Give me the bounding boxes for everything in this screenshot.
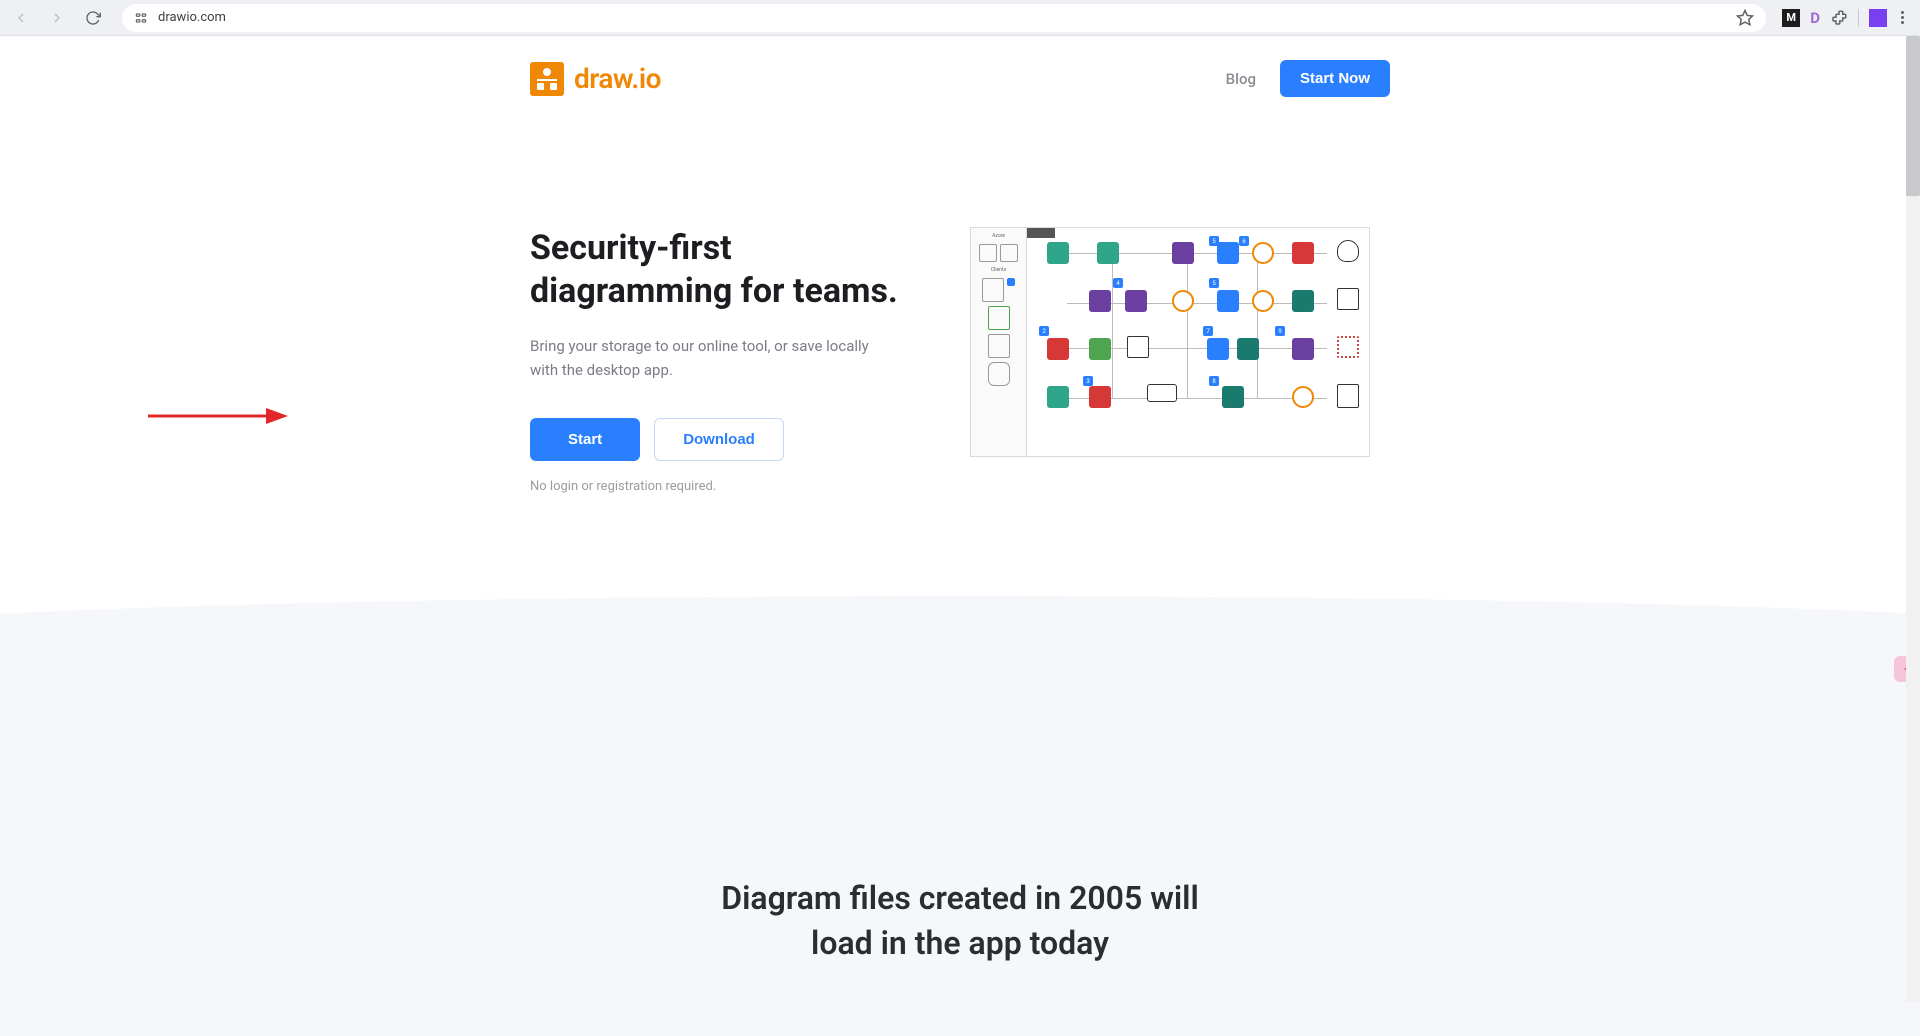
diagram-node-icon	[1172, 290, 1194, 312]
diagram-canvas: 5 4 6 5 2 7 9 3 8	[1027, 228, 1369, 456]
diagram-shape-icon	[1127, 336, 1149, 358]
diagram-node-icon	[1237, 338, 1259, 360]
hero-text: Security-first diagramming for teams. Br…	[530, 227, 910, 494]
diagram-node-icon	[1089, 338, 1111, 360]
diagram-shape-icon	[1147, 384, 1177, 402]
start-button[interactable]: Start	[530, 418, 640, 461]
diagram-node-icon	[1217, 290, 1239, 312]
page-content: draw.io Blog Start Now Security-first di…	[0, 36, 1920, 1002]
diagram-node-icon	[1207, 338, 1229, 360]
diagram-tag: 6	[1239, 236, 1249, 246]
sidebar-section-label: Clients	[991, 266, 1006, 274]
diagram-node-icon	[1047, 242, 1069, 264]
menu-icon[interactable]	[1897, 11, 1908, 24]
diagram-node-icon	[1125, 290, 1147, 312]
forward-button[interactable]	[44, 5, 70, 31]
diagram-node-icon	[1047, 386, 1069, 408]
section-2-heading: Diagram files created in 2005 will load …	[0, 876, 1920, 966]
logo[interactable]: draw.io	[530, 62, 661, 96]
hero-subtitle: Bring your storage to our online tool, o…	[530, 334, 890, 382]
hero-section: Security-first diagramming for teams. Br…	[510, 97, 1410, 494]
diagram-node-icon	[1292, 290, 1314, 312]
extensions-icon[interactable]	[1830, 9, 1848, 27]
diagram-tag: 3	[1083, 376, 1093, 386]
diagram-shape-icon	[1337, 288, 1359, 310]
section-2: Diagram files created in 2005 will load …	[0, 736, 1920, 966]
logo-text: draw.io	[574, 62, 661, 95]
diagram-node-icon	[1089, 386, 1111, 408]
scrollbar-thumb[interactable]	[1906, 36, 1920, 196]
diagram-node-icon	[1252, 290, 1274, 312]
address-bar[interactable]: drawio.com	[122, 4, 1766, 32]
logo-mark-icon	[530, 62, 564, 96]
profile-avatar[interactable]	[1869, 9, 1887, 27]
start-now-button[interactable]: Start Now	[1280, 60, 1390, 97]
separator	[1858, 9, 1859, 27]
browser-toolbar: drawio.com M D	[0, 0, 1920, 36]
hero-buttons: Start Download	[530, 418, 910, 461]
diagram-shape-icon	[1337, 240, 1359, 262]
diagram-node-icon	[1089, 290, 1111, 312]
diagram-shape-icon	[1337, 384, 1359, 408]
diagram-node-icon	[1172, 242, 1194, 264]
annotation-arrow-icon	[148, 406, 288, 426]
diagram-node-icon	[1222, 386, 1244, 408]
vertical-scrollbar[interactable]	[1906, 36, 1920, 1002]
header-nav: Blog Start Now	[1226, 60, 1390, 97]
diagram-node-icon	[1292, 386, 1314, 408]
extension-m-icon[interactable]: M	[1782, 9, 1800, 27]
diagram-tag: 5	[1209, 236, 1219, 246]
download-button[interactable]: Download	[654, 418, 784, 461]
bookmark-icon[interactable]	[1736, 9, 1754, 27]
hero-illustration: Azure Clients	[970, 227, 1390, 457]
diagram-tag: 2	[1039, 326, 1049, 336]
sidebar-section-label: Azure	[992, 232, 1005, 240]
diagram-node-icon	[1097, 242, 1119, 264]
diagram-tag: 8	[1209, 376, 1219, 386]
diagram-node-icon	[1292, 242, 1314, 264]
reload-button[interactable]	[80, 5, 106, 31]
hero-note: No login or registration required.	[530, 479, 910, 494]
site-header: draw.io Blog Start Now	[510, 36, 1410, 97]
nav-blog[interactable]: Blog	[1226, 70, 1256, 88]
diagram-node-icon	[1217, 242, 1239, 264]
diagram-node-icon	[1252, 242, 1274, 264]
diagram-tag: 5	[1209, 278, 1219, 288]
extension-d-icon[interactable]: D	[1810, 9, 1820, 27]
hero-title: Security-first diagramming for teams.	[530, 227, 910, 312]
diagram-node-icon	[1292, 338, 1314, 360]
diagram-node-icon	[1047, 338, 1069, 360]
toolbar-right: M D	[1782, 9, 1912, 27]
diagram-sidebar: Azure Clients	[971, 228, 1027, 456]
diagram-tag: 9	[1275, 326, 1285, 336]
back-button[interactable]	[8, 5, 34, 31]
diagram-shape-icon	[1337, 336, 1359, 358]
diagram-tag: 4	[1113, 278, 1123, 288]
url-text: drawio.com	[158, 10, 226, 25]
site-settings-icon[interactable]	[134, 10, 150, 26]
diagram-tag: 7	[1203, 326, 1213, 336]
diagram-preview: Azure Clients	[970, 227, 1370, 457]
